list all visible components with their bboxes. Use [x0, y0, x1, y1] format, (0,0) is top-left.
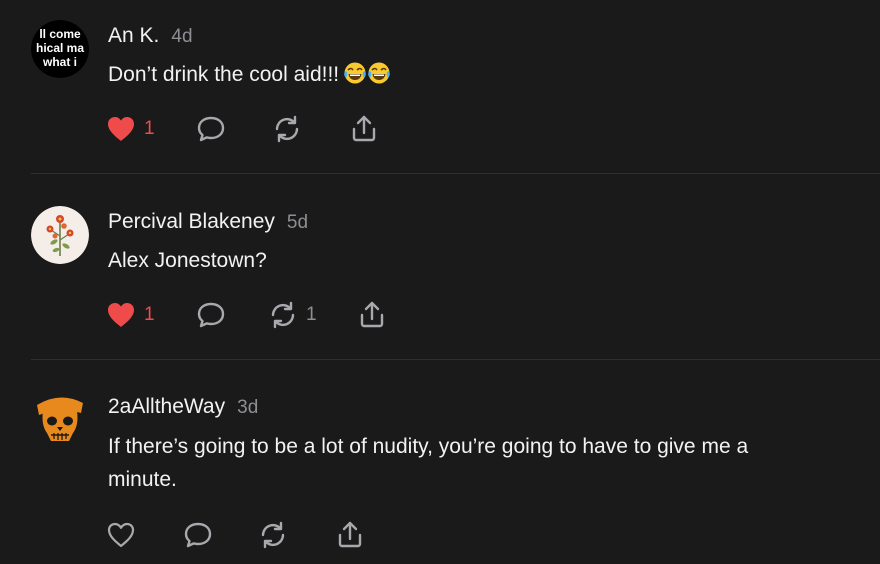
comment-text-line-2: minute. — [108, 468, 177, 491]
timestamp[interactable]: 3d — [237, 397, 258, 418]
share-button[interactable] — [357, 300, 387, 330]
divider — [31, 173, 880, 174]
comment-text: Don’t drink the cool aid!!! — [108, 63, 340, 86]
comment-text-line-1: If there’s going to be a lot of nudity, … — [108, 435, 749, 458]
heart-outline-icon — [107, 522, 135, 548]
reply-button[interactable] — [196, 300, 226, 330]
share-icon — [360, 301, 384, 328]
comment-header: An K. 4d — [108, 24, 193, 48]
restack-button[interactable]: 1 — [268, 300, 317, 330]
reply-button[interactable] — [196, 114, 226, 144]
comment-header: Percival Blakeney 5d — [108, 210, 308, 234]
heart-filled-icon — [108, 117, 134, 141]
restack-button[interactable] — [258, 520, 288, 550]
avatar[interactable] — [31, 206, 89, 264]
share-icon — [352, 115, 376, 142]
timestamp[interactable]: 4d — [171, 26, 192, 47]
like-button[interactable]: 1 — [106, 300, 155, 330]
comment-body: Don’t drink the cool aid!!! — [108, 58, 868, 95]
comment-bubble-icon — [197, 302, 225, 328]
avatar-text-1: ll come — [39, 27, 81, 41]
divider — [31, 359, 880, 360]
avatar-text-2: hical ma — [36, 41, 84, 55]
restack-icon — [275, 115, 299, 143]
avatar-text-3: what i — [42, 55, 77, 69]
restack-button[interactable] — [272, 114, 302, 144]
avatar[interactable]: ll come hical ma what i — [31, 20, 89, 78]
restack-icon — [261, 521, 285, 549]
author-name[interactable]: 2aAlltheWay — [108, 395, 225, 418]
comment-bubble-icon — [197, 116, 225, 142]
author-name[interactable]: An K. — [108, 24, 159, 47]
reply-button[interactable] — [183, 520, 213, 550]
comment-text: Alex Jonestown? — [108, 249, 267, 272]
like-button[interactable]: 1 — [106, 114, 155, 144]
timestamp[interactable]: 5d — [287, 212, 308, 233]
share-icon — [338, 521, 362, 548]
comment-header: 2aAlltheWay 3d — [108, 395, 258, 419]
like-count: 1 — [144, 304, 155, 325]
share-button[interactable] — [349, 114, 379, 144]
heart-filled-icon — [108, 303, 134, 327]
share-button[interactable] — [335, 520, 365, 550]
comment-body: If there’s going to be a lot of nudity, … — [108, 430, 868, 496]
restack-count: 1 — [306, 304, 317, 325]
laughing-emoji-icon — [343, 61, 391, 95]
like-count: 1 — [144, 118, 155, 139]
author-name[interactable]: Percival Blakeney — [108, 210, 275, 233]
avatar[interactable] — [31, 391, 89, 449]
comment-body: Alex Jonestown? — [108, 244, 868, 277]
like-button[interactable] — [106, 520, 136, 550]
restack-icon — [271, 301, 295, 329]
comment-bubble-icon — [184, 522, 212, 548]
